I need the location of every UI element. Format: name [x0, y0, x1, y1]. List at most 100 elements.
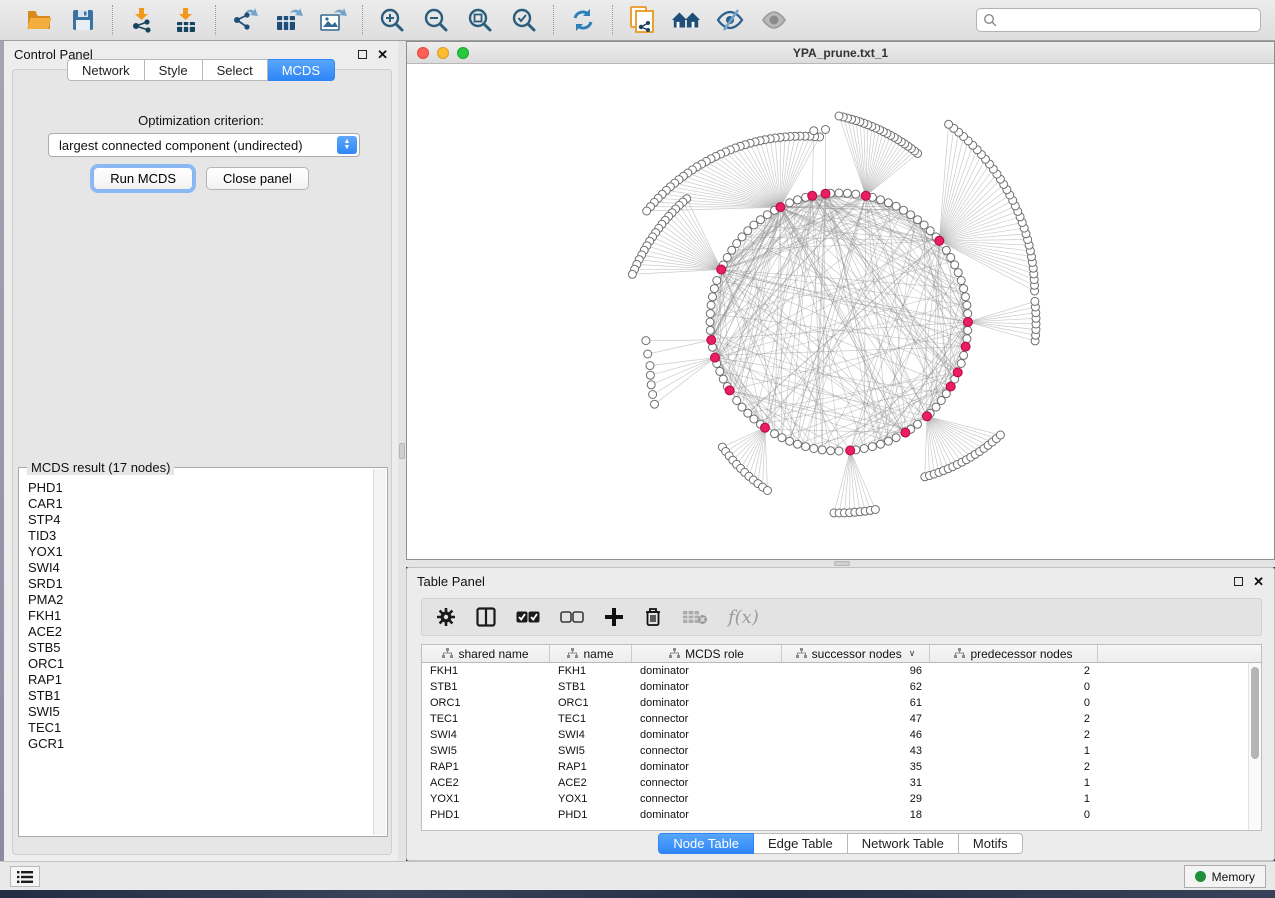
network-from-selection-icon[interactable] — [627, 5, 657, 35]
table-row[interactable]: PHD1PHD1dominator180 — [422, 807, 1261, 823]
graph-node[interactable] — [710, 285, 718, 293]
result-node[interactable]: SWI4 — [28, 560, 373, 576]
graph-node[interactable] — [778, 434, 786, 442]
graph-node[interactable] — [937, 397, 945, 405]
deselect-all-icon[interactable] — [560, 611, 584, 623]
delete-table-icon[interactable] — [682, 609, 708, 625]
graph-node[interactable] — [960, 285, 968, 293]
result-node[interactable]: ACE2 — [28, 624, 373, 640]
graph-node[interactable] — [996, 431, 1004, 439]
tab-node-table[interactable]: Node Table — [658, 833, 754, 854]
tab-style[interactable]: Style — [145, 59, 203, 81]
graph-node[interactable] — [738, 233, 746, 241]
table-row[interactable]: RAP1RAP1dominator352 — [422, 759, 1261, 775]
result-node[interactable]: FKH1 — [28, 608, 373, 624]
graph-node[interactable] — [719, 375, 727, 383]
graph-node[interactable] — [964, 310, 972, 318]
graph-node[interactable] — [900, 206, 908, 214]
result-node[interactable]: YOX1 — [28, 544, 373, 560]
table-row[interactable]: ORC1ORC1dominator610 — [422, 695, 1261, 711]
refresh-layout-icon[interactable] — [568, 5, 598, 35]
graph-node[interactable] — [884, 199, 892, 207]
graph-node[interactable] — [649, 391, 657, 399]
graph-node[interactable] — [733, 240, 741, 248]
graph-node[interactable] — [835, 112, 843, 120]
mcds-hub-node[interactable] — [923, 412, 932, 421]
result-node[interactable]: TEC1 — [28, 720, 373, 736]
show-all-icon[interactable] — [759, 5, 789, 35]
graph-node[interactable] — [644, 350, 652, 358]
graph-node[interactable] — [868, 443, 876, 451]
graph-node[interactable] — [642, 337, 650, 345]
run-mcds-button[interactable]: Run MCDS — [93, 167, 193, 190]
tab-motifs[interactable]: Motifs — [959, 833, 1023, 854]
table-row[interactable]: YOX1YOX1connector291 — [422, 791, 1261, 807]
graph-node[interactable] — [892, 202, 900, 210]
graph-node[interactable] — [932, 403, 940, 411]
result-node[interactable]: SWI5 — [28, 704, 373, 720]
graph-node[interactable] — [957, 360, 965, 368]
graph-node[interactable] — [892, 434, 900, 442]
mcds-hub-node[interactable] — [901, 428, 910, 437]
mcds-hub-node[interactable] — [725, 386, 734, 395]
close-panel-icon[interactable]: ✕ — [1253, 575, 1264, 588]
mcds-hub-node[interactable] — [964, 318, 973, 327]
graph-node[interactable] — [771, 430, 779, 438]
table-row[interactable]: TEC1TEC1connector472 — [422, 711, 1261, 727]
graph-node[interactable] — [709, 293, 717, 301]
graph-node[interactable] — [963, 335, 971, 343]
import-table-icon[interactable] — [171, 5, 201, 35]
result-node[interactable]: ORC1 — [28, 656, 373, 672]
mcds-hub-node[interactable] — [711, 353, 720, 362]
mcds-hub-node[interactable] — [707, 336, 716, 345]
horizontal-splitter[interactable] — [406, 560, 1275, 567]
close-panel-button[interactable]: Close panel — [206, 167, 309, 190]
export-table-icon[interactable] — [274, 5, 304, 35]
graph-node[interactable] — [802, 443, 810, 451]
hide-selected-icon[interactable] — [715, 5, 745, 35]
memory-button[interactable]: Memory — [1184, 865, 1266, 888]
search-field[interactable] — [976, 8, 1261, 32]
mcds-hub-node[interactable] — [953, 368, 962, 377]
graph-node[interactable] — [646, 371, 654, 379]
graph-node[interactable] — [954, 269, 962, 277]
tab-network-table[interactable]: Network Table — [848, 833, 959, 854]
table-scrollbar[interactable] — [1248, 663, 1261, 830]
scrollbar-thumb[interactable] — [1251, 667, 1259, 759]
graph-node[interactable] — [843, 189, 851, 197]
table-row[interactable]: STB1STB1dominator620 — [422, 679, 1261, 695]
graph-node[interactable] — [728, 246, 736, 254]
graph-node[interactable] — [860, 445, 868, 453]
graph-node[interactable] — [920, 221, 928, 229]
splitter-grip[interactable] — [399, 443, 405, 459]
graph-node[interactable] — [964, 326, 972, 334]
table-row[interactable]: SWI5SWI5connector431 — [422, 743, 1261, 759]
float-panel-icon[interactable] — [1234, 577, 1243, 586]
graph-node[interactable] — [827, 447, 835, 455]
graph-node[interactable] — [822, 126, 830, 134]
graph-node[interactable] — [723, 254, 731, 262]
graph-node[interactable] — [957, 277, 965, 285]
criterion-dropdown[interactable]: largest connected component (undirected)… — [48, 133, 360, 157]
graph-node[interactable] — [750, 415, 758, 423]
graph-node[interactable] — [914, 420, 922, 428]
function-builder-icon[interactable]: f(x) — [728, 607, 759, 628]
settings-gear-icon[interactable] — [436, 607, 456, 627]
graph-node[interactable] — [763, 211, 771, 219]
open-folder-icon[interactable] — [24, 5, 54, 35]
mcds-hub-node[interactable] — [776, 203, 785, 212]
vertical-splitter[interactable] — [398, 41, 406, 861]
result-node[interactable]: STB5 — [28, 640, 373, 656]
export-network-icon[interactable] — [230, 5, 260, 35]
graph-node[interactable] — [818, 446, 826, 454]
mcds-hub-node[interactable] — [846, 446, 855, 455]
tab-network[interactable]: Network — [67, 59, 145, 81]
result-list-scrollbar[interactable] — [373, 469, 386, 835]
splitter-grip[interactable] — [834, 561, 850, 566]
graph-node[interactable] — [794, 196, 802, 204]
column-header-name[interactable]: name — [550, 645, 632, 662]
result-node[interactable]: TID3 — [28, 528, 373, 544]
graph-node[interactable] — [757, 216, 765, 224]
home-icon[interactable] — [671, 5, 701, 35]
float-panel-icon[interactable] — [358, 50, 367, 59]
